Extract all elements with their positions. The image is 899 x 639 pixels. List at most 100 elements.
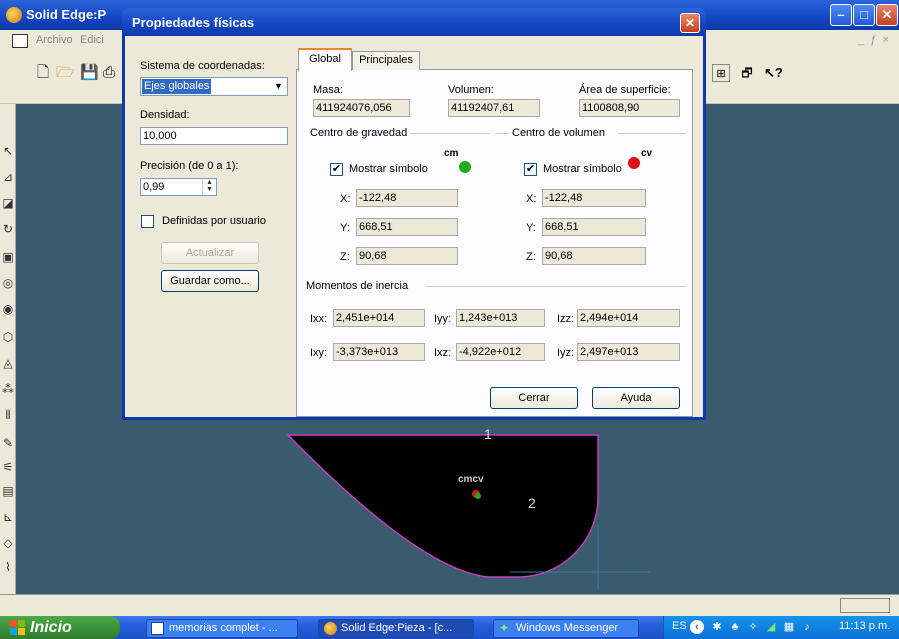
cmcv-symbol-label: cmcv (458, 474, 484, 485)
cm-symbol-label: cm (444, 148, 459, 159)
select-arrow-icon[interactable]: ↖ (0, 144, 16, 162)
word-document-icon (151, 622, 164, 635)
rib-icon[interactable]: ⚟ (0, 460, 16, 478)
izz-label: Izz: (557, 313, 575, 325)
maximize-button[interactable]: □ (853, 4, 875, 26)
cutout-icon[interactable]: ▣ (0, 250, 16, 268)
cov-y-value: 668,51 (542, 218, 646, 236)
thin-wall-icon[interactable]: ✎ (0, 436, 16, 454)
surface-area-label: Área de superficie: (579, 84, 671, 96)
ixy-value: -3,373e+013 (333, 343, 425, 361)
round-icon[interactable]: ◉ (0, 302, 16, 320)
center-of-volume-title: Centro de volumen (512, 127, 605, 139)
hole-icon[interactable]: ◎ (0, 276, 16, 294)
protrusion-icon[interactable]: ◪ (0, 196, 16, 214)
dialog-close-button[interactable]: ✕ (680, 13, 700, 33)
messenger-icon: ✦ (499, 621, 510, 635)
iyy-label: Iyy: (434, 313, 452, 325)
precision-spinner-icon[interactable]: ▲ ▼ (202, 179, 216, 195)
cog-y-label: Y: (340, 222, 350, 234)
surface-area-value: 1100808,90 (579, 99, 680, 117)
coordinate-system-icon[interactable]: ⊾ (0, 510, 16, 528)
iyz-value: 2,497e+013 (577, 343, 680, 361)
save-icon[interactable]: 💾 (80, 64, 99, 82)
document-menu-icon[interactable] (12, 34, 28, 48)
cog-z-label: Z: (340, 251, 350, 263)
cog-show-symbol-checkbox[interactable]: ✔ (330, 163, 343, 176)
mdi-window-controls[interactable]: _ ƒ × (858, 34, 889, 46)
edge-label-1: 1 (484, 426, 492, 442)
menu-archivo[interactable]: Archivo (36, 34, 73, 46)
tray-messenger-icon[interactable]: ♣ (728, 620, 742, 634)
cog-y-value: 668,51 (356, 218, 458, 236)
new-file-icon[interactable]: 🗋 (34, 64, 52, 82)
sketch-tool-icon[interactable]: ⊿ (0, 170, 16, 188)
cog-z-value: 90,68 (356, 247, 458, 265)
group-divider (618, 133, 686, 134)
moments-of-inertia-title: Momentos de inercia (306, 280, 409, 292)
plane-icon[interactable]: ▤ (0, 484, 16, 502)
cov-show-symbol-label: Mostrar símbolo (543, 163, 622, 175)
cov-show-symbol-checkbox[interactable]: ✔ (524, 163, 537, 176)
cov-x-label: X: (526, 193, 537, 205)
cv-marker-icon (628, 157, 640, 169)
status-field (840, 598, 890, 613)
tray-volume-icon[interactable]: ♪ (800, 620, 814, 634)
solid-edge-logo-icon (6, 7, 22, 23)
density-label: Densidad: (140, 109, 190, 121)
tray-display-icon[interactable]: ▦ (782, 620, 796, 634)
revolve-icon[interactable]: ↻ (0, 222, 16, 240)
ixx-value: 2,451e+014 (333, 309, 425, 327)
mirror-icon[interactable]: ⫴ (0, 408, 16, 426)
chevron-down-icon[interactable]: ▼ (270, 78, 287, 95)
tray-antivirus-icon[interactable]: ✧ (746, 620, 760, 634)
tray-network-icon[interactable]: ✱ (710, 620, 724, 634)
close-button[interactable]: Cerrar (490, 387, 578, 409)
izz-value: 2,494e+014 (577, 309, 680, 327)
cov-z-value: 90,68 (542, 247, 646, 265)
group-divider (495, 133, 509, 134)
tab-global[interactable]: Global (298, 48, 352, 71)
print-icon[interactable]: ⎙ (100, 64, 118, 82)
taskbar-item-messenger[interactable]: Windows Messenger (493, 619, 639, 638)
cog-show-symbol-label: Mostrar símbolo (349, 163, 428, 175)
user-defined-label: Definidas por usuario (162, 215, 266, 227)
pattern-icon[interactable]: ⁂ (0, 382, 16, 400)
window-icon[interactable]: 🗗 (738, 64, 756, 82)
group-divider (425, 286, 687, 287)
user-defined-checkbox[interactable] (141, 215, 154, 228)
tab-principales[interactable]: Principales (352, 51, 420, 70)
menu-edicion[interactable]: Edici (80, 34, 104, 46)
language-indicator[interactable]: ES (672, 620, 687, 632)
tab-panel (296, 69, 693, 417)
precision-label: Precisión (de 0 a 1): (140, 160, 239, 172)
update-button[interactable]: Actualizar (161, 242, 259, 264)
tray-signal-icon[interactable]: ◢ (764, 620, 778, 634)
cov-z-label: Z: (526, 251, 536, 263)
shell-icon[interactable]: ⬡ (0, 330, 16, 348)
close-window-button[interactable]: ✕ (876, 4, 898, 26)
cog-x-value: -122,48 (356, 189, 458, 207)
draft-icon[interactable]: ◬ (0, 356, 16, 374)
minimize-button[interactable]: – (830, 4, 852, 26)
volume-value: 41192407,61 (448, 99, 540, 117)
app-title: Solid Edge:P (26, 7, 107, 22)
taskbar-item-solid-edge[interactable]: Solid Edge:Pieza - [c... (318, 619, 474, 638)
view-icon[interactable]: ⊞ (712, 64, 730, 82)
help-pointer-icon[interactable]: ↖? (764, 64, 783, 82)
help-button[interactable]: Ayuda (592, 387, 680, 409)
cov-y-label: Y: (526, 222, 536, 234)
open-folder-icon[interactable]: 🗁 (56, 64, 75, 82)
part-shape[interactable] (280, 420, 680, 590)
windows-flag-icon (10, 620, 25, 635)
loft-icon[interactable]: ◇ (0, 536, 16, 554)
ixz-value: -4,922e+012 (456, 343, 545, 361)
solid-edge-icon (324, 622, 337, 635)
taskbar-item-word[interactable]: memorias complet - ... (146, 619, 298, 638)
save-as-button[interactable]: Guardar como... (161, 270, 259, 292)
tray-expand-icon[interactable]: ‹ (690, 620, 704, 634)
density-input[interactable]: 10,000 (140, 127, 288, 145)
iyz-label: Iyz: (557, 347, 575, 359)
volume-label: Volumen: (448, 84, 494, 96)
sweep-icon[interactable]: ⌇ (0, 560, 16, 578)
